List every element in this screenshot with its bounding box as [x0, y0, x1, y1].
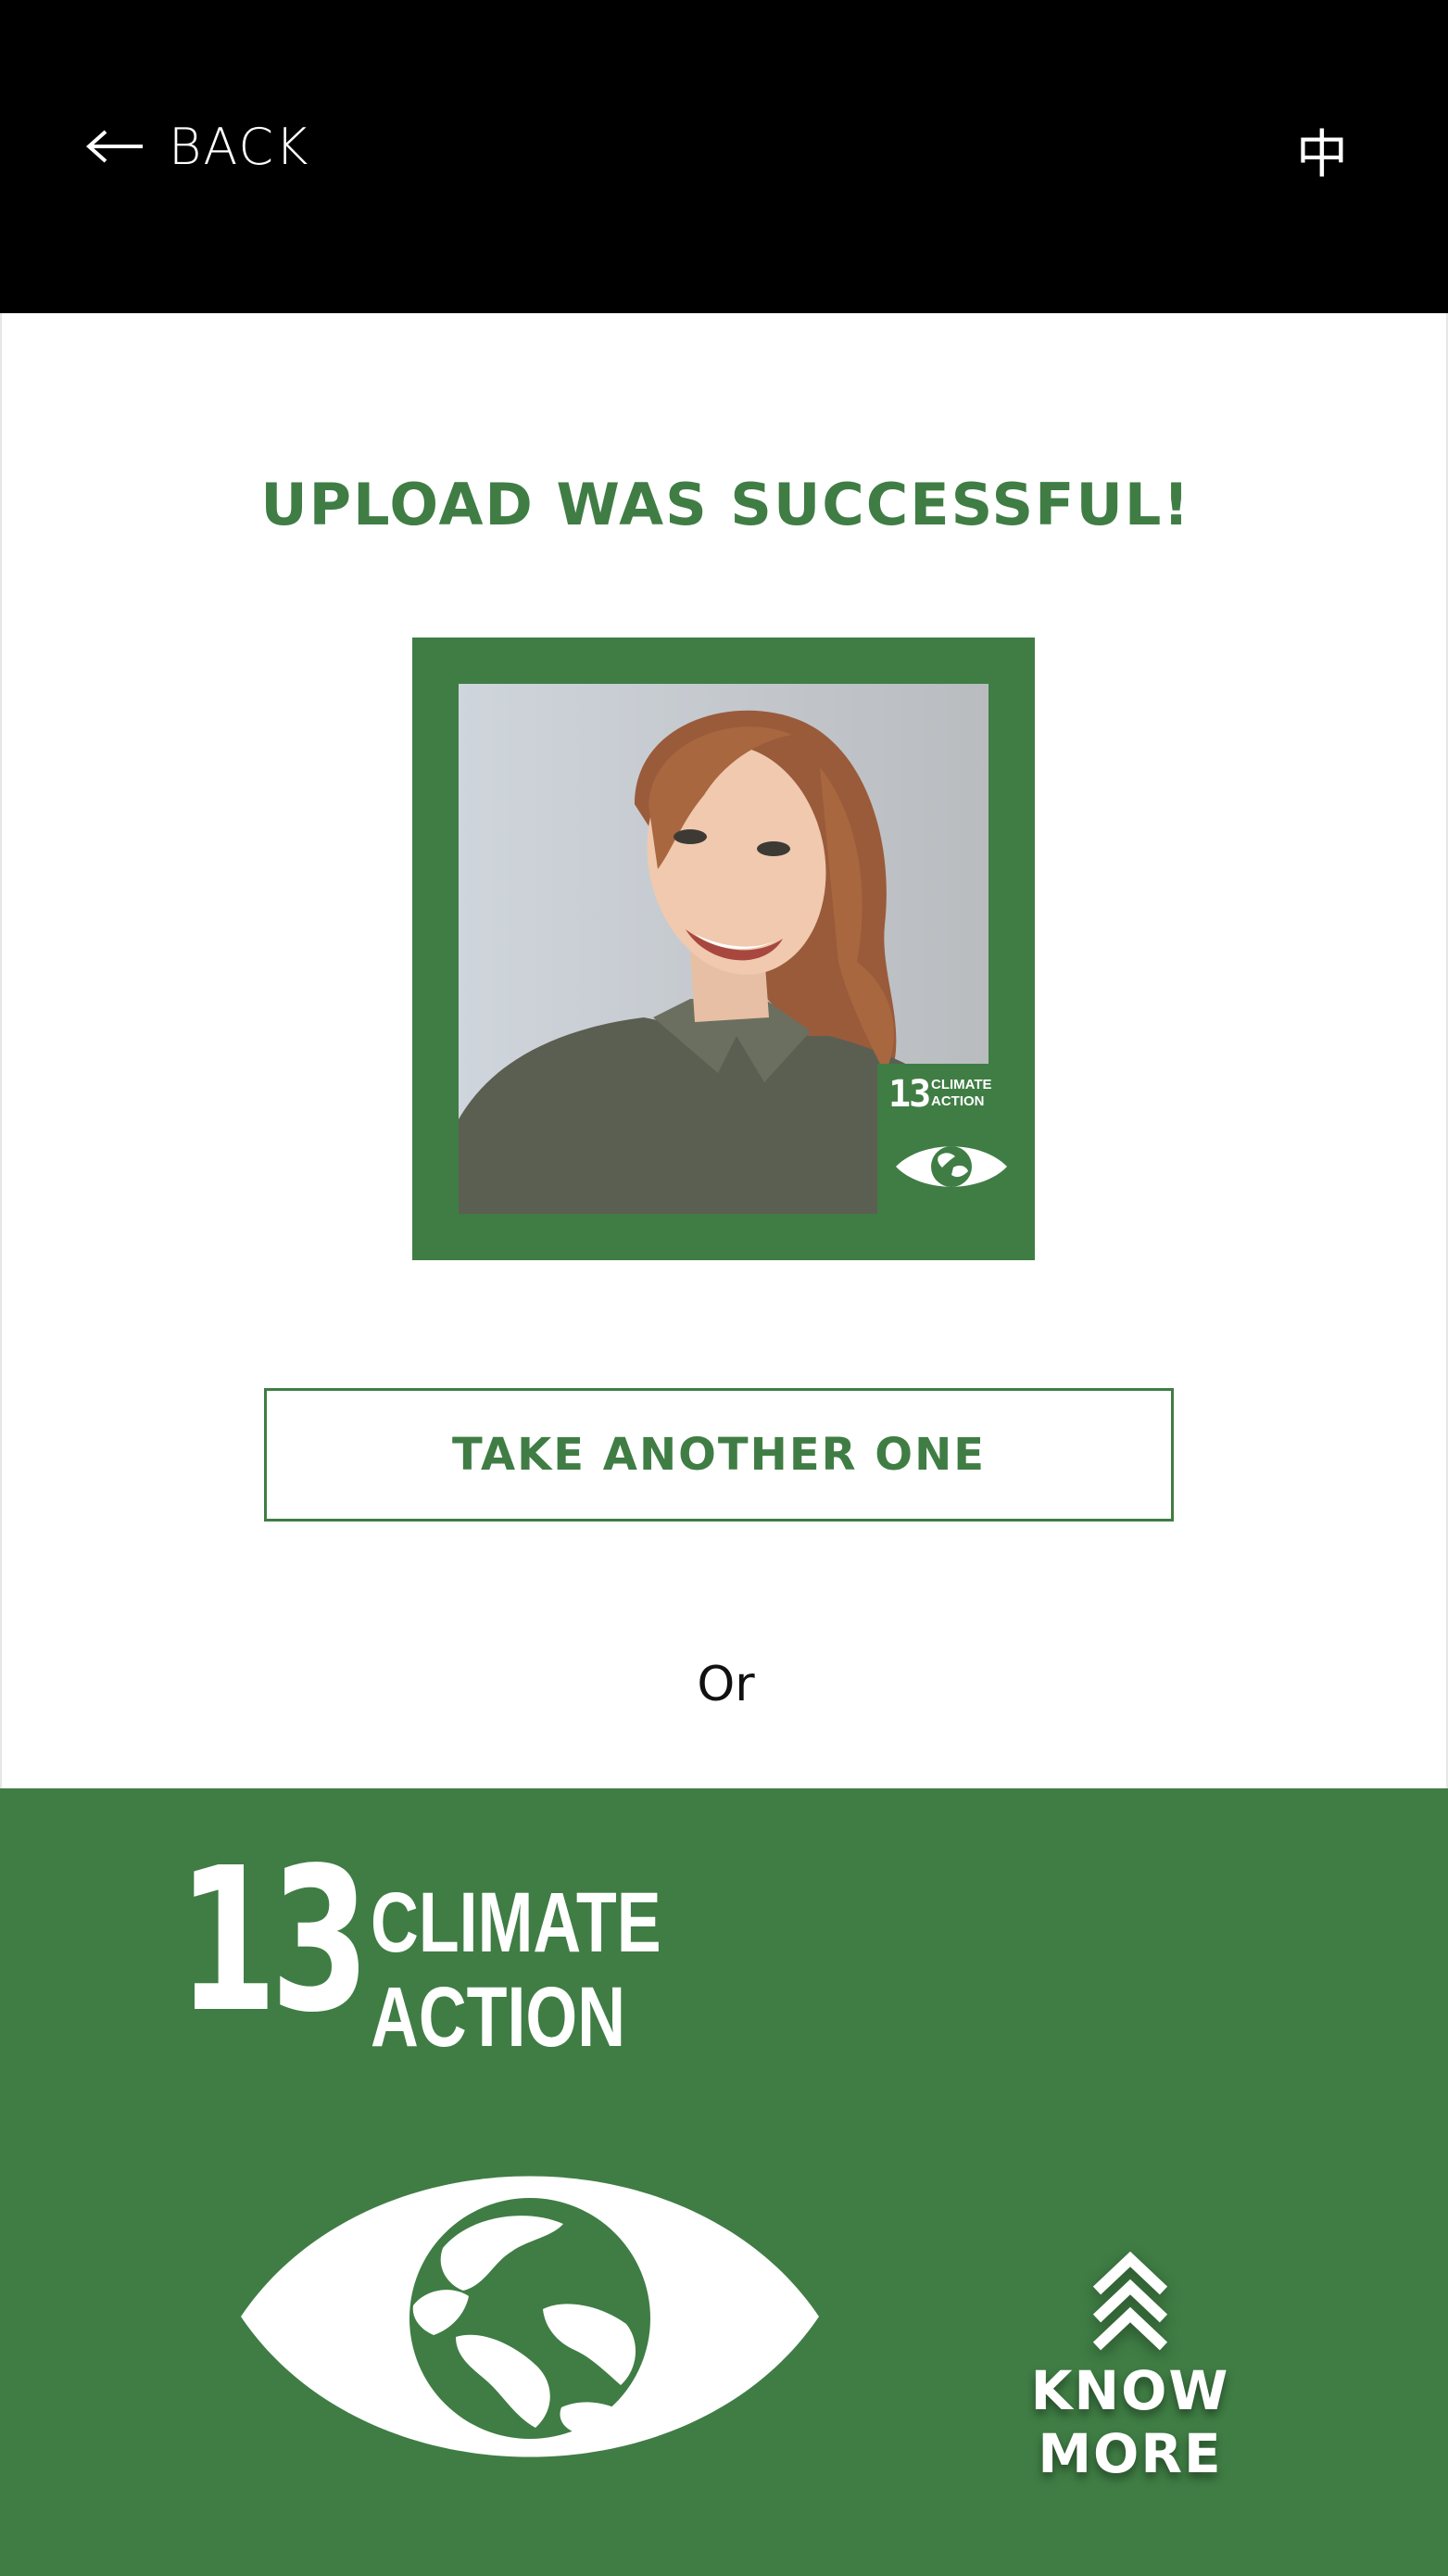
- goal-title: CLIMATE ACTION: [371, 1875, 661, 2065]
- eye-globe-icon: [241, 2176, 819, 2457]
- badge-number: 13: [888, 1073, 931, 1116]
- language-toggle[interactable]: 中: [1296, 113, 1348, 188]
- goal-panel: 13 CLIMATE ACTION KNOW MORE: [0, 1788, 1448, 2576]
- double-chevron-up-icon: [1092, 2252, 1168, 2351]
- take-another-label: TAKE ANOTHER ONE: [451, 1429, 987, 1481]
- badge-label: CLIMATE ACTION: [931, 1077, 992, 1109]
- eye-globe-icon: [896, 1146, 1007, 1187]
- know-more-button[interactable]: KNOW MORE: [936, 2252, 1325, 2485]
- goal-title-line2: ACTION: [371, 1970, 626, 2065]
- framed-photo: 13 CLIMATE ACTION: [412, 638, 1035, 1260]
- photo-goal-badge: 13 CLIMATE ACTION: [877, 1064, 1014, 1214]
- arrow-left-icon: [85, 130, 143, 163]
- page-title: UPLOAD WAS SUCCESSFUL!: [260, 471, 1191, 538]
- or-separator: Or: [697, 1657, 755, 1712]
- goal-number: 13: [178, 1825, 370, 2056]
- take-another-button[interactable]: TAKE ANOTHER ONE: [264, 1388, 1174, 1522]
- goal-title-line1: CLIMATE: [371, 1875, 661, 1970]
- top-bar: BACK 中: [0, 0, 1448, 313]
- back-button[interactable]: BACK: [85, 109, 309, 183]
- upload-result-section: UPLOAD WAS SUCCESSFUL! 13 CLIMATE ACTION…: [0, 313, 1448, 1788]
- know-more-label: KNOW MORE: [1030, 2359, 1230, 2485]
- back-label: BACK: [169, 117, 310, 176]
